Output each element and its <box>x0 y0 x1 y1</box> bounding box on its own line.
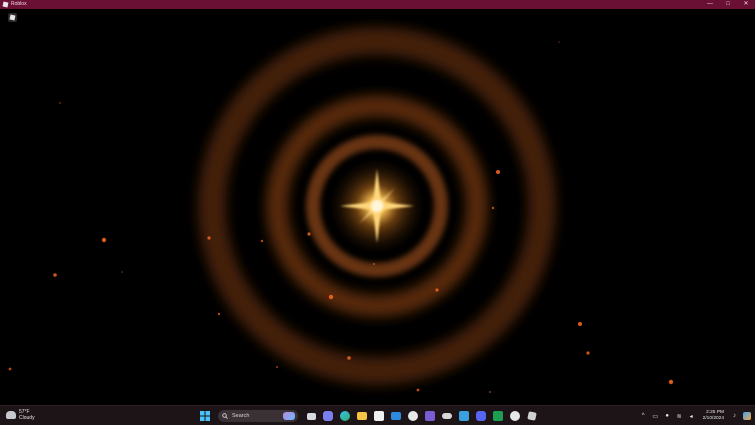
microphone-icon[interactable]: ● <box>663 409 672 423</box>
windows-start-icon[interactable] <box>198 409 212 423</box>
wifi-icon[interactable]: ≋ <box>675 409 684 423</box>
weather-condition: Cloudy <box>19 415 35 421</box>
window-controls: — □ ✕ <box>701 0 755 9</box>
display-icon[interactable]: ▭ <box>651 409 660 423</box>
roblox-menu-button[interactable] <box>8 13 17 22</box>
taskbar-search[interactable]: Search <box>218 410 298 422</box>
clock[interactable]: 2:25 PM 2/10/2024 <box>703 410 724 422</box>
roblox-icon[interactable] <box>525 409 539 423</box>
window-title: Roblox <box>11 1 27 7</box>
roblox-logo-icon <box>9 14 16 21</box>
volume-icon[interactable]: ◂ <box>687 409 696 423</box>
copilot-icon[interactable] <box>742 409 751 423</box>
search-placeholder: Search <box>232 413 250 419</box>
roblox-logo-icon <box>2 1 9 8</box>
visual-studio-icon[interactable] <box>423 409 437 423</box>
maximize-button[interactable]: □ <box>719 0 737 9</box>
file-explorer-icon[interactable] <box>355 409 369 423</box>
xbox-icon[interactable] <box>406 409 420 423</box>
chevron-up-icon[interactable]: ^ <box>639 409 648 423</box>
window-titlebar: Roblox — □ ✕ <box>0 0 755 9</box>
search-icon <box>222 413 228 419</box>
weather-text: 57°F Cloudy <box>19 409 35 421</box>
taskbar: 57°F Cloudy Search ^ ▭ ● ≋ ◂ 2:25 PM 2/1… <box>0 405 755 425</box>
search-highlight-icon <box>283 412 295 420</box>
task-view-icon[interactable] <box>304 409 318 423</box>
cloud-icon <box>6 411 16 419</box>
game-scene <box>8 27 674 393</box>
clock-date: 2/10/2024 <box>702 416 724 421</box>
chat-icon[interactable] <box>321 409 335 423</box>
system-tray: ^ ▭ ● ≋ ◂ 2:25 PM 2/10/2024 ♪ <box>639 408 755 424</box>
close-button[interactable]: ✕ <box>737 0 755 9</box>
weather-widget[interactable]: 57°F Cloudy <box>6 409 35 421</box>
game-viewport[interactable] <box>0 9 755 405</box>
media-player-icon[interactable] <box>508 409 522 423</box>
snipping-tool-icon[interactable] <box>457 409 471 423</box>
store-icon[interactable] <box>372 409 386 423</box>
notification-bell-icon[interactable]: ♪ <box>730 409 739 423</box>
excel-icon[interactable] <box>491 409 505 423</box>
minimize-button[interactable]: — <box>701 0 719 9</box>
discord-icon[interactable] <box>474 409 488 423</box>
mail-icon[interactable] <box>389 409 403 423</box>
edge-icon[interactable] <box>338 409 352 423</box>
taskbar-apps: Search <box>198 408 539 424</box>
controller-icon[interactable] <box>440 409 454 423</box>
